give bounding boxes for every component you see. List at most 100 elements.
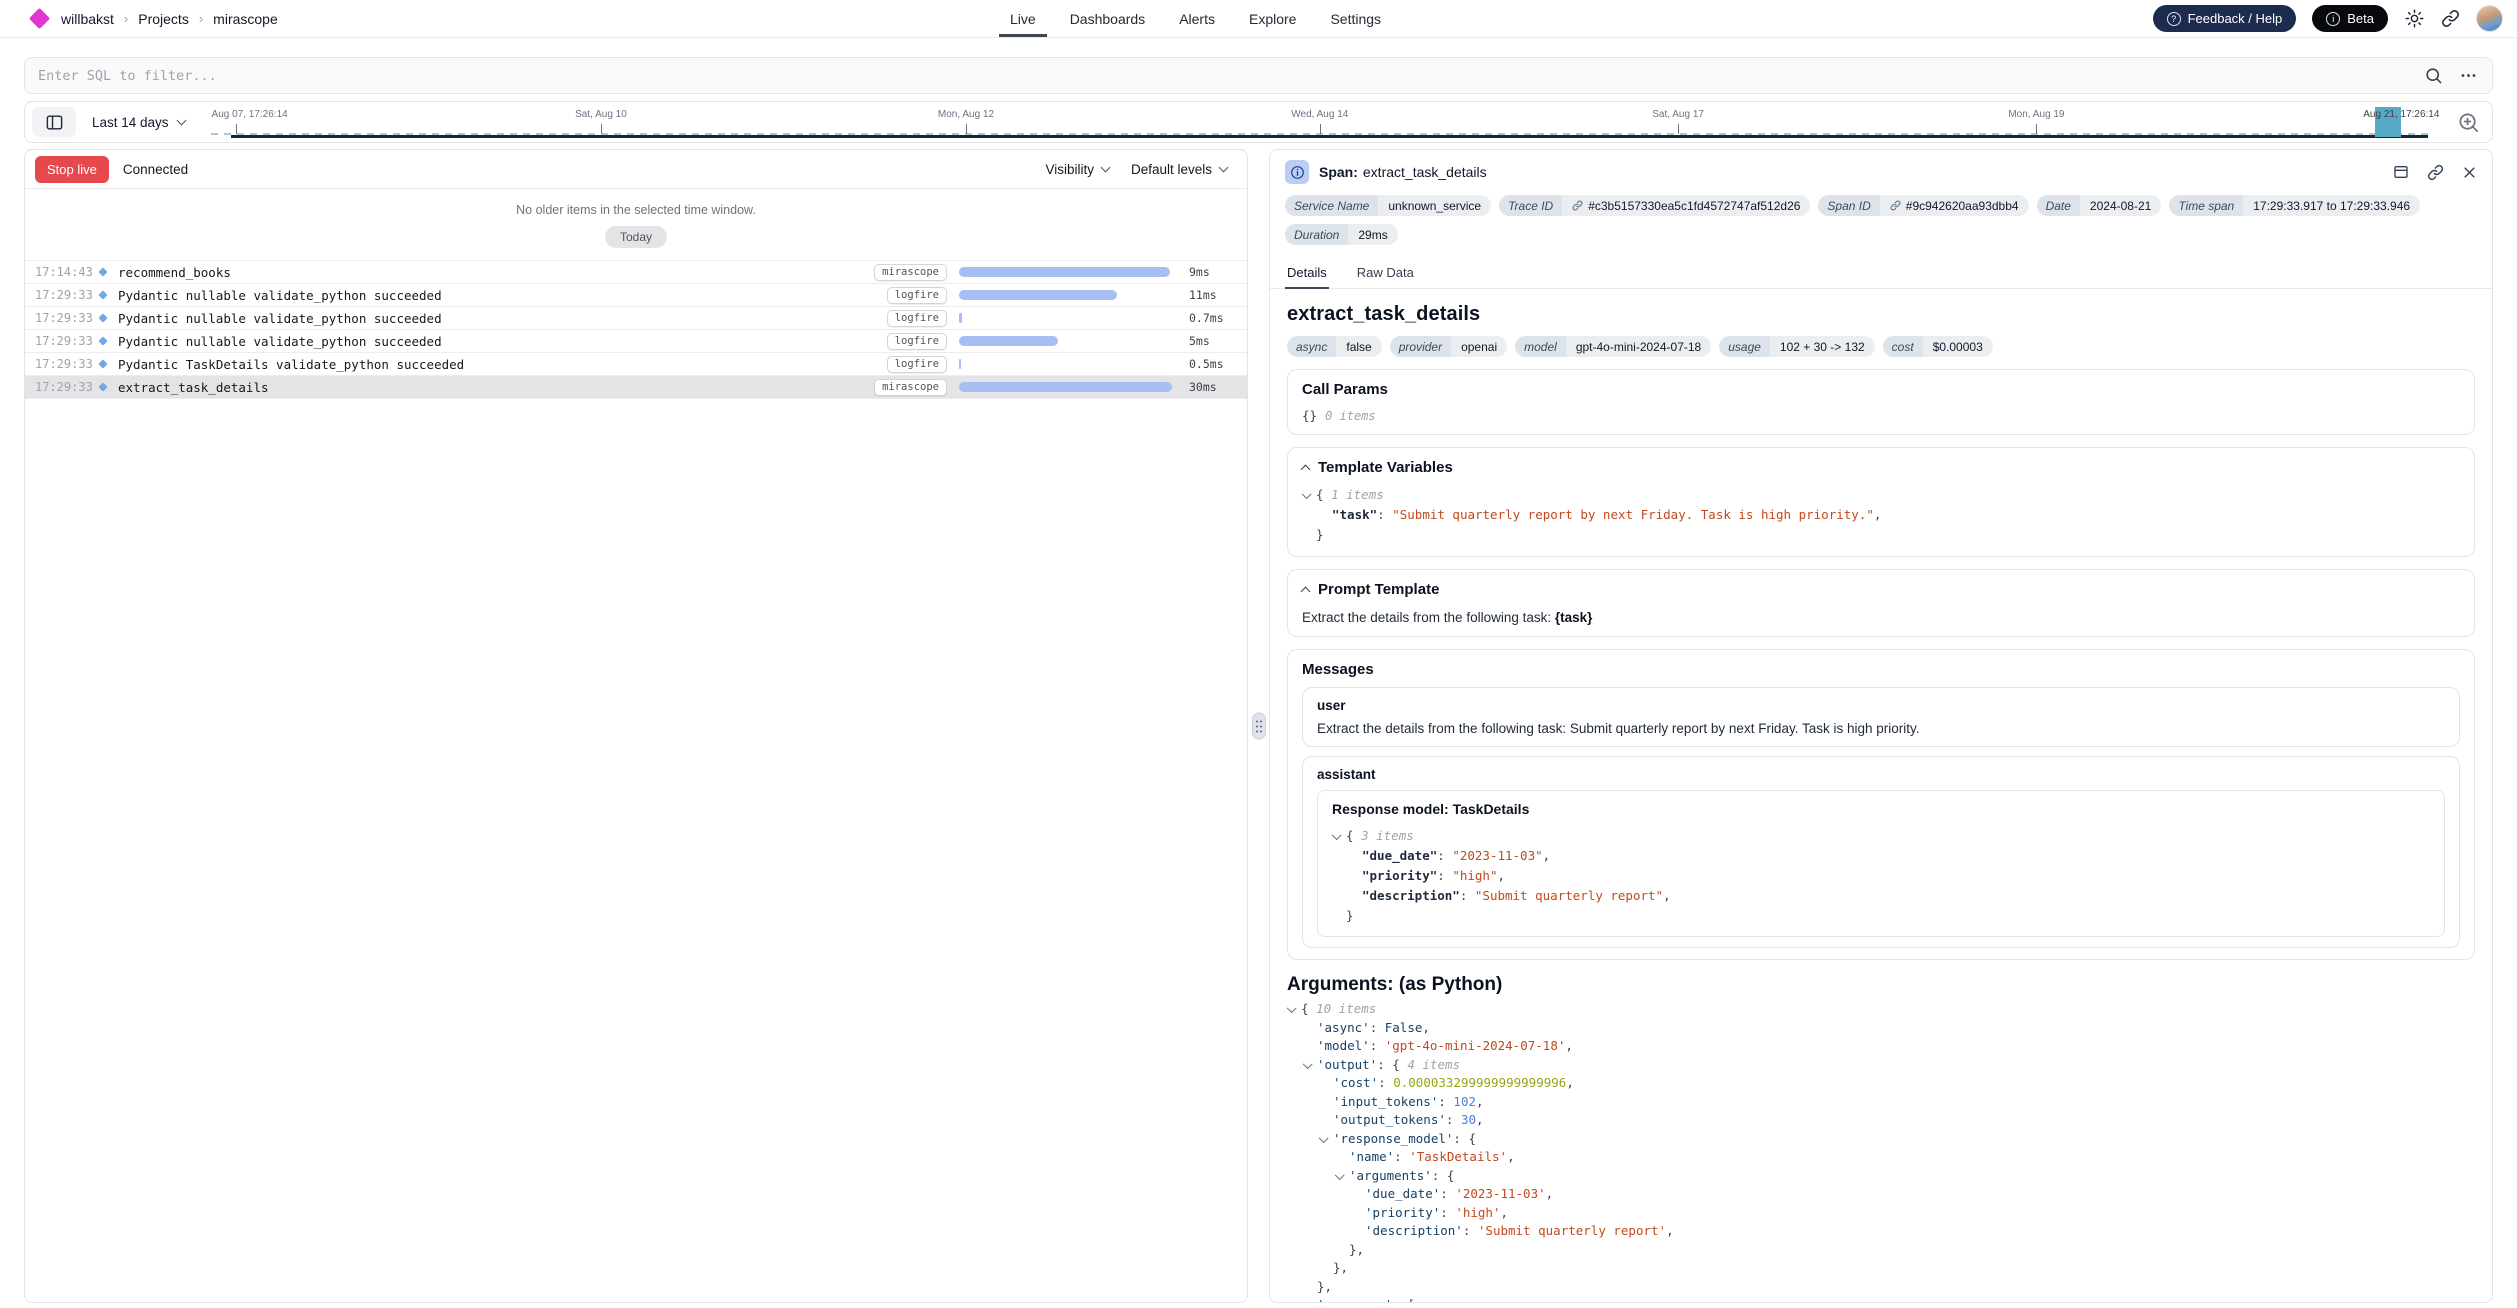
tick-mark	[2036, 124, 2037, 134]
code-line: 'messages': [	[1287, 1296, 2475, 1302]
tick-label: Sat, Aug 17	[1652, 109, 1704, 120]
span-tab-details[interactable]: Details	[1285, 256, 1329, 288]
prompt-template-header[interactable]: Prompt Template	[1302, 581, 2460, 598]
response-model-title: Response model: TaskDetails	[1332, 801, 2430, 817]
collapse-caret-icon[interactable]	[1335, 1173, 1349, 1180]
token: "priority"	[1362, 868, 1437, 883]
beta-button[interactable]: i Beta	[2312, 5, 2388, 32]
logfire-logo-icon[interactable]	[29, 8, 50, 29]
timeline-track[interactable]: Aug 07, 17:26:14Sat, Aug 10Mon, Aug 12We…	[205, 102, 2444, 142]
breadcrumb-item[interactable]: willbakst	[61, 11, 114, 27]
trace-row[interactable]: 17:29:33extract_task_detailsmirascope30m…	[25, 376, 1247, 399]
token: "Submit quarterly report by next Friday.…	[1392, 507, 1874, 522]
trace-row[interactable]: 17:29:33Pydantic nullable validate_pytho…	[25, 307, 1247, 330]
panel-divider	[1248, 149, 1269, 1303]
duration-bar-track	[959, 382, 1179, 392]
trace-row[interactable]: 17:14:43recommend_booksmirascope9ms	[25, 261, 1247, 284]
breadcrumb: willbakst›Projects›mirascope	[61, 11, 278, 27]
code-line: { 1 items	[1302, 485, 2460, 505]
code-line: 'output': { 4 items	[1287, 1056, 2475, 1075]
duration-bar-track	[959, 290, 1179, 300]
top-nav: willbakst›Projects›mirascope LiveDashboa…	[0, 0, 2517, 38]
nav-tab-settings[interactable]: Settings	[1313, 0, 1398, 37]
badge-label: model	[1515, 336, 1566, 357]
stop-live-button[interactable]: Stop live	[35, 156, 109, 183]
resize-handle[interactable]	[1252, 713, 1266, 740]
badge-trace-id[interactable]: Trace ID#c3b5157330ea5c1fd4572747af512d2…	[1499, 195, 1810, 216]
more-options-icon[interactable]	[2459, 66, 2478, 85]
tick-label: Mon, Aug 12	[938, 109, 994, 120]
breadcrumb-item[interactable]: mirascope	[213, 11, 278, 27]
copy-link-icon[interactable]	[2427, 164, 2444, 181]
panel-layout-icon[interactable]	[2393, 164, 2409, 180]
token: },	[1333, 1260, 1348, 1275]
scope-tag: mirascope	[874, 379, 947, 396]
badge-span-id[interactable]: Span ID#9c942620aa93dbb4	[1818, 195, 2028, 216]
token: 'output'	[1317, 1057, 1377, 1072]
collapse-caret-icon[interactable]	[1303, 1062, 1317, 1069]
badge-label: Duration	[1285, 224, 1348, 245]
collapse-caret-icon[interactable]	[1332, 833, 1346, 840]
span-name-heading: extract_task_details	[1287, 303, 2475, 326]
nav-tab-alerts[interactable]: Alerts	[1162, 0, 1232, 37]
badge-cost: cost$0.00003	[1883, 336, 1993, 357]
breadcrumb-item[interactable]: Projects	[138, 11, 189, 27]
theme-toggle-button[interactable]	[2404, 8, 2425, 29]
time-range-select[interactable]: Last 14 days	[76, 115, 205, 130]
badge-value: 102 + 30 -> 132	[1770, 336, 1875, 357]
duration-bar-track	[959, 313, 1179, 323]
token: ,	[1565, 1038, 1573, 1053]
span-diamond-icon	[98, 382, 107, 391]
collapse-caret-icon[interactable]	[1287, 1006, 1301, 1013]
nav-tab-dashboards[interactable]: Dashboards	[1053, 0, 1163, 37]
token: {	[1316, 487, 1331, 502]
row-duration: 11ms	[1189, 288, 1247, 302]
token: :	[1432, 1168, 1447, 1183]
badge-label: usage	[1719, 336, 1770, 357]
span-tab-raw-data[interactable]: Raw Data	[1355, 256, 1416, 288]
badge-date: Date2024-08-21	[2037, 195, 2162, 216]
span-header: Span:extract_task_details	[1270, 150, 2492, 192]
timeline-tick: Wed, Aug 14	[1320, 109, 1377, 120]
trace-row[interactable]: 17:29:33Pydantic nullable validate_pytho…	[25, 284, 1247, 307]
span-tabs: Details Raw Data	[1270, 256, 2492, 289]
sidebar-toggle-button[interactable]	[32, 107, 76, 137]
trace-row[interactable]: 17:29:33Pydantic nullable validate_pytho…	[25, 330, 1247, 353]
default-levels-dropdown[interactable]: Default levels	[1131, 162, 1227, 177]
token: False	[1385, 1020, 1423, 1035]
share-link-button[interactable]	[2441, 9, 2460, 28]
badge-label: cost	[1883, 336, 1923, 357]
beta-label: Beta	[2347, 11, 2374, 26]
token: 1 items	[1331, 487, 1384, 502]
sql-filter-input[interactable]	[24, 57, 2493, 94]
token: :	[1453, 1131, 1468, 1146]
feedback-help-button[interactable]: ? Feedback / Help	[2153, 5, 2297, 32]
collapse-caret-icon[interactable]	[1319, 1136, 1333, 1143]
row-name: Pydantic TaskDetails validate_python suc…	[118, 357, 887, 372]
template-variable-token: {task}	[1555, 610, 1593, 625]
tick-label: Aug 21, 17:26:14	[2363, 109, 2439, 120]
tick-mark	[601, 124, 602, 134]
token: }	[1316, 527, 1324, 542]
nav-tab-live[interactable]: Live	[993, 0, 1053, 37]
badge-value: #9c942620aa93dbb4	[1880, 195, 2029, 216]
visibility-dropdown[interactable]: Visibility	[1045, 162, 1109, 177]
token: :	[1377, 507, 1392, 522]
nav-tab-explore[interactable]: Explore	[1232, 0, 1313, 37]
user-avatar[interactable]	[2476, 5, 2503, 32]
collapse-caret-icon[interactable]	[1302, 492, 1316, 499]
code-line: "description": "Submit quarterly report"…	[1332, 886, 2430, 906]
close-icon[interactable]	[2462, 165, 2477, 180]
timeline-tick: Mon, Aug 12	[966, 109, 1022, 120]
token: "Submit quarterly report"	[1475, 888, 1663, 903]
badge-label: Date	[2037, 195, 2080, 216]
tick-mark	[966, 124, 967, 134]
scope-tag: logfire	[887, 287, 947, 304]
token: :	[1446, 1112, 1461, 1127]
template-variables-header[interactable]: Template Variables	[1302, 459, 2460, 476]
trace-row[interactable]: 17:29:33Pydantic TaskDetails validate_py…	[25, 353, 1247, 376]
token: {	[1392, 1057, 1407, 1072]
token: "task"	[1332, 507, 1377, 522]
search-icon[interactable]	[2424, 66, 2443, 85]
chevron-down-icon	[1101, 162, 1111, 172]
